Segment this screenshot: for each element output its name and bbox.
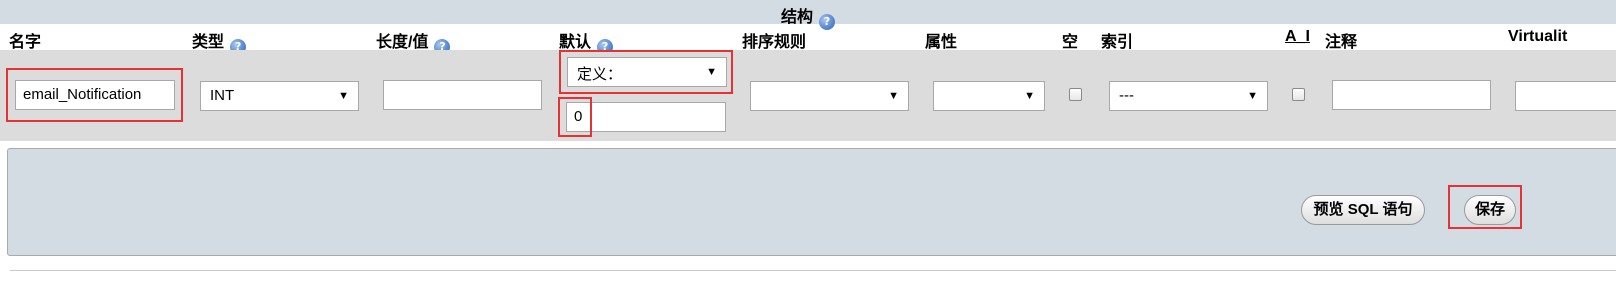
structure-title-text: 结构 xyxy=(780,9,813,26)
col-header-name: 名字 xyxy=(9,28,41,52)
col-header-ai-label: A_I xyxy=(1285,28,1310,45)
preview-sql-button[interactable]: 预览 SQL 语句 xyxy=(1301,195,1425,225)
col-header-virtuality-label: Virtualit xyxy=(1508,28,1568,45)
comment-input[interactable] xyxy=(1332,80,1491,110)
null-checkbox[interactable] xyxy=(1069,88,1082,101)
structure-title: 结构? xyxy=(0,3,1616,30)
col-header-index-label: 索引 xyxy=(1101,34,1134,51)
type-select[interactable]: INT ▼ xyxy=(200,81,359,111)
dropdown-arrow-icon: ▼ xyxy=(338,90,349,102)
col-header-attributes: 属性 xyxy=(925,28,957,52)
col-header-null: 空 xyxy=(1062,28,1078,52)
col-header-null-label: 空 xyxy=(1062,34,1079,51)
col-header-virtuality: Virtualit xyxy=(1508,28,1567,46)
dropdown-arrow-icon: ▼ xyxy=(1247,90,1258,102)
col-header-length-label: 长度/值 xyxy=(376,34,429,51)
col-header-name-label: 名字 xyxy=(9,34,42,51)
col-header-ai[interactable]: A_I xyxy=(1285,28,1310,46)
type-select-value: INT xyxy=(210,87,235,104)
virtuality-select[interactable] xyxy=(1515,81,1616,111)
dropdown-arrow-icon: ▼ xyxy=(1024,90,1035,102)
default-type-select-value: 定义： xyxy=(577,66,623,83)
help-icon[interactable]: ? xyxy=(819,14,835,30)
col-header-default-label: 默认 xyxy=(559,34,592,51)
col-header-index: 索引 xyxy=(1101,28,1133,52)
col-header-collation: 排序规则 xyxy=(742,28,806,52)
bottom-divider xyxy=(10,270,1616,271)
col-header-type-label: 类型 xyxy=(192,34,225,51)
col-header-comment-label: 注释 xyxy=(1325,34,1358,51)
index-select-value: --- xyxy=(1119,87,1134,104)
length-input[interactable] xyxy=(383,80,542,110)
collation-select[interactable]: ▼ xyxy=(750,81,909,111)
col-header-comment: 注释 xyxy=(1325,28,1357,52)
default-type-select[interactable]: 定义： ▼ xyxy=(567,57,727,87)
auto-increment-checkbox[interactable] xyxy=(1292,88,1305,101)
dropdown-arrow-icon: ▼ xyxy=(888,90,899,102)
field-name-input[interactable]: email_Notification xyxy=(15,80,175,110)
col-header-collation-label: 排序规则 xyxy=(742,34,807,51)
index-select[interactable]: --- ▼ xyxy=(1109,81,1268,111)
col-header-attributes-label: 属性 xyxy=(925,34,958,51)
save-button[interactable]: 保存 xyxy=(1464,195,1516,225)
dropdown-arrow-icon: ▼ xyxy=(706,66,717,78)
attributes-select[interactable]: ▼ xyxy=(933,81,1045,111)
default-value-highlight-box xyxy=(558,97,592,137)
